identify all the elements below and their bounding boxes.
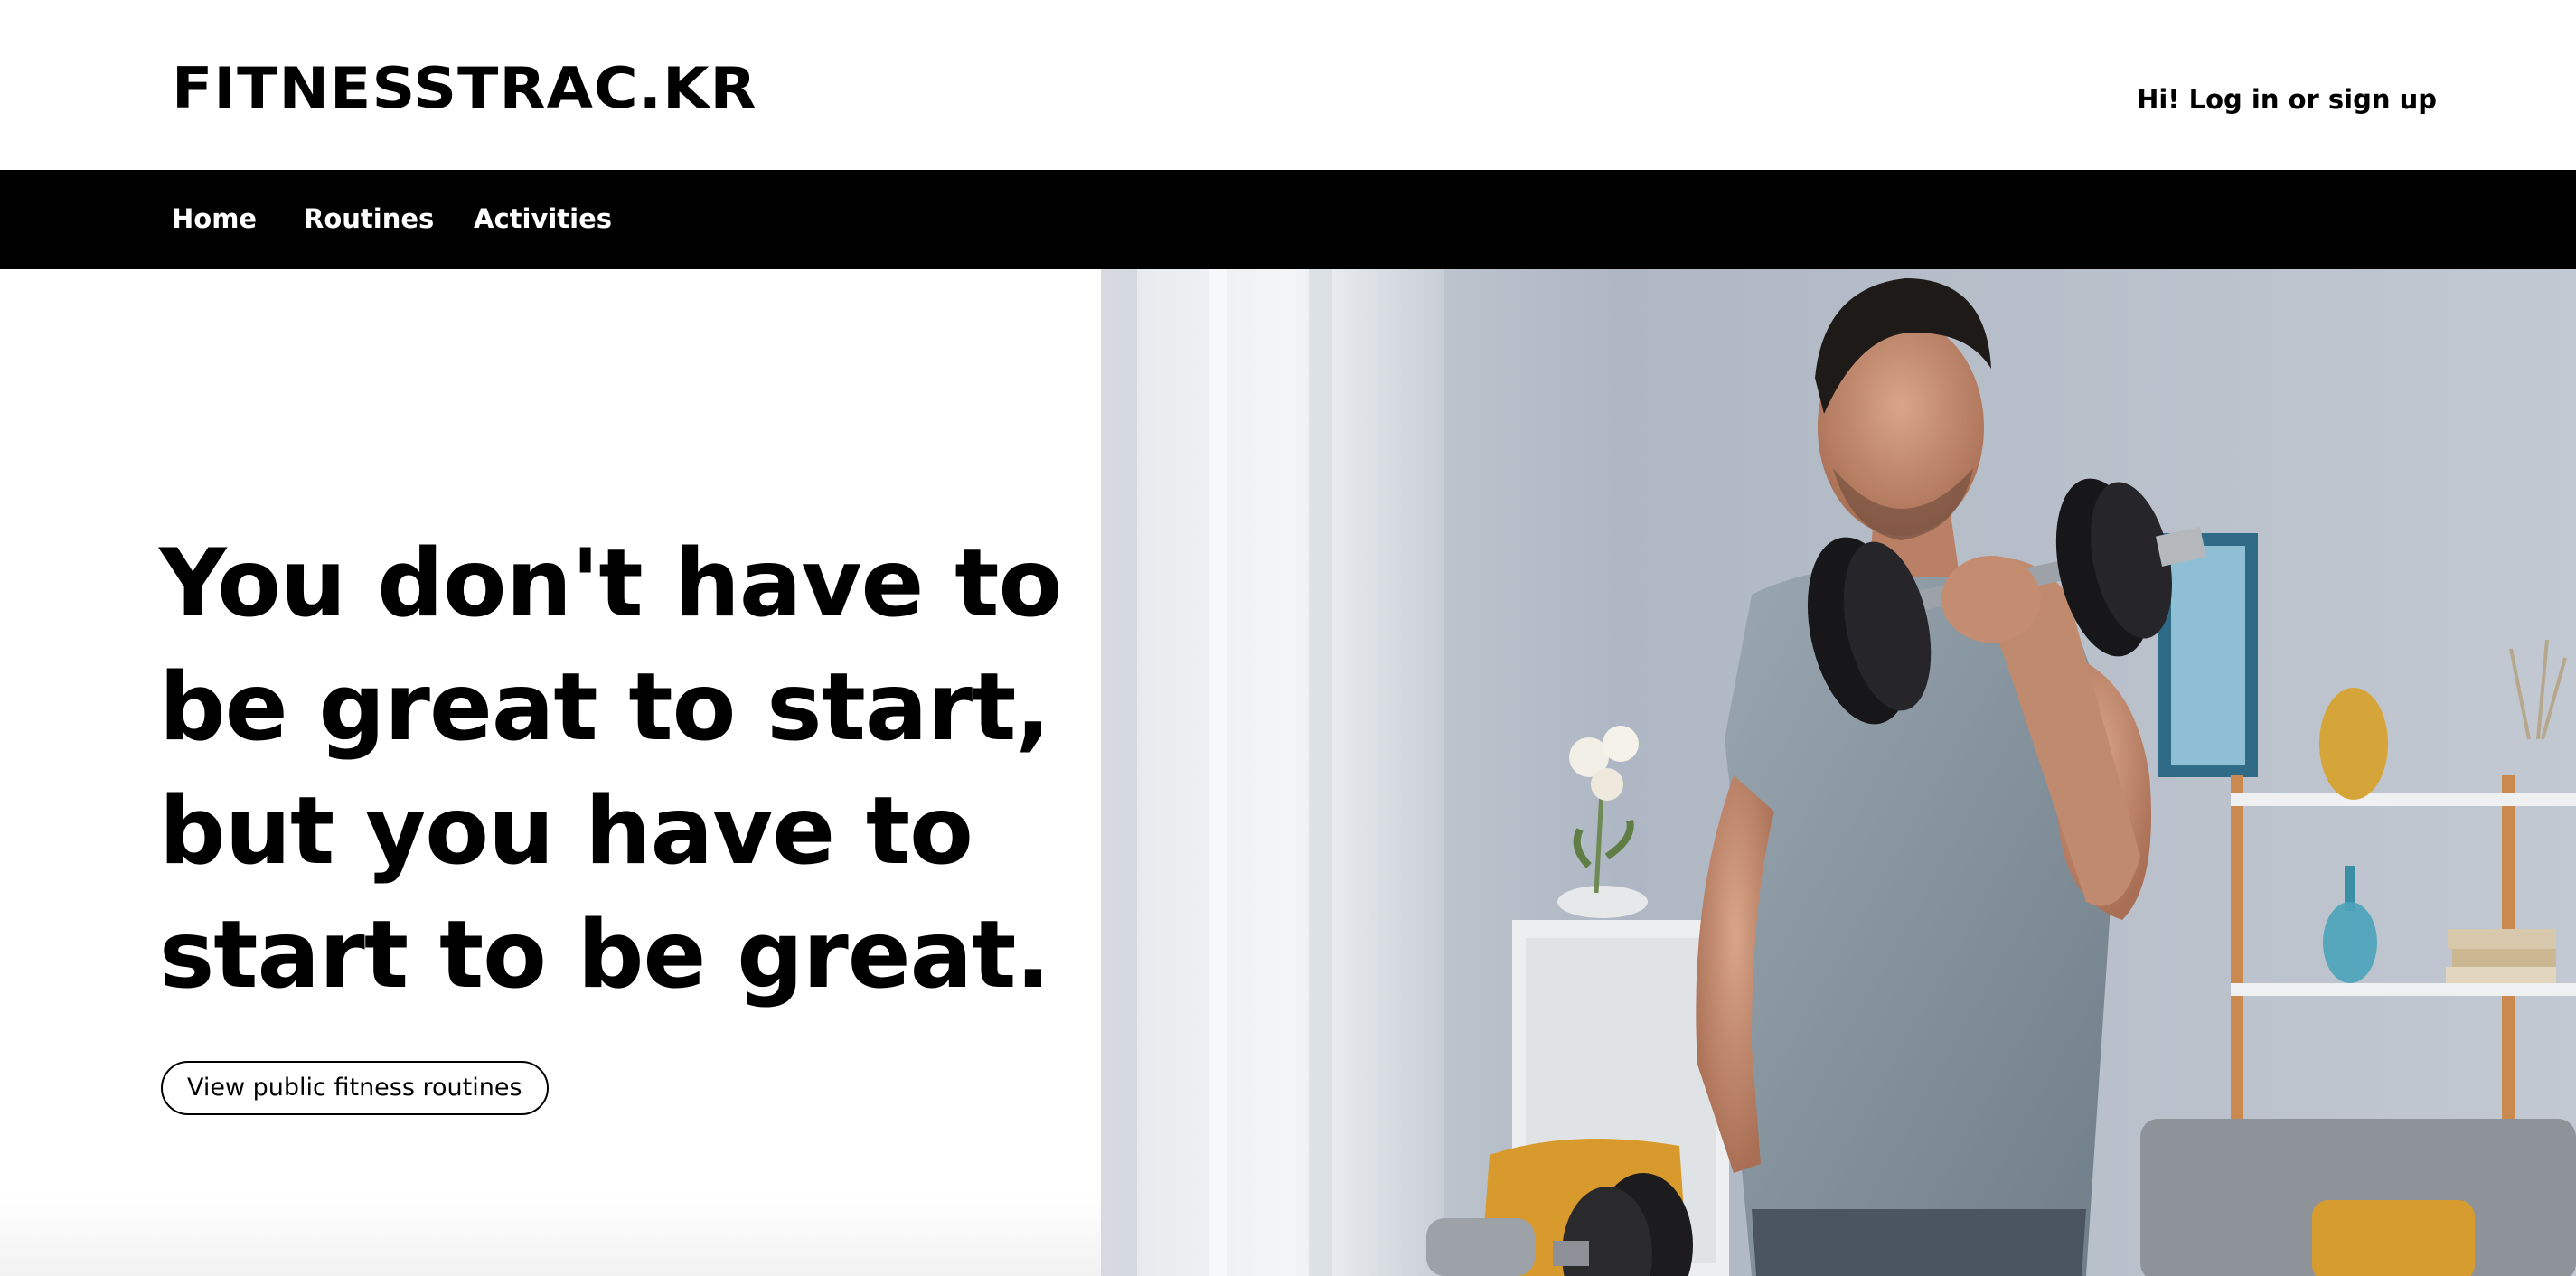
login-signup-link[interactable]: Hi! Log in or sign up	[2137, 83, 2437, 116]
nav-item-routines[interactable]: Routines	[304, 202, 434, 235]
site-logo[interactable]: FITNESSTRAC.KR	[172, 56, 757, 121]
headline-line-3: but you have to	[159, 777, 973, 886]
headline-line-4: start to be great.	[159, 901, 1050, 1009]
headline-line-2: be great to start,	[159, 653, 1050, 762]
hero-text-panel: You don't have to be great to start, but…	[0, 269, 1101, 1276]
nav-item-home[interactable]: Home	[172, 202, 257, 235]
site-header: FITNESSTRAC.KR Hi! Log in or sign up	[0, 0, 2576, 170]
hero-photo-man-lifting-dumbbell	[1101, 269, 2576, 1276]
nav-item-activities[interactable]: Activities	[474, 202, 612, 235]
view-public-routines-button[interactable]: View public fitness routines	[161, 1061, 549, 1115]
headline-line-1: You don't have to	[159, 530, 1062, 638]
main-navigation: Home Routines Activities	[0, 170, 2576, 269]
landing-page: FITNESSTRAC.KR Hi! Log in or sign up Hom…	[0, 0, 2576, 1276]
hero-headline: You don't have to be great to start, but…	[159, 522, 1063, 1018]
